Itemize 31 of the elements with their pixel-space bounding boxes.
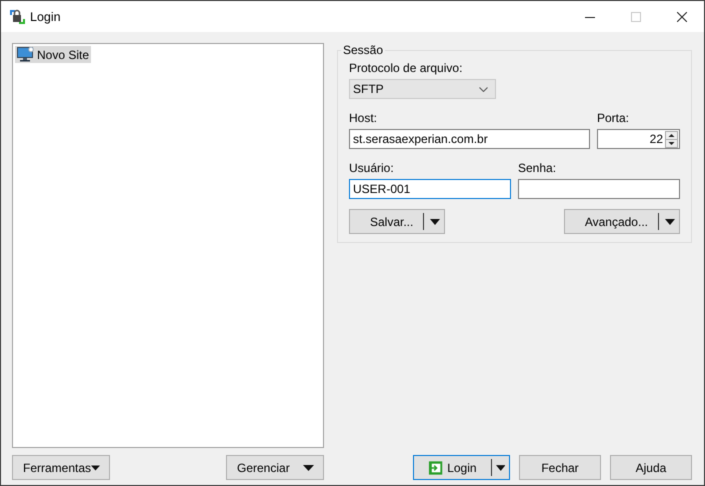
- field-label: Host:: [349, 111, 378, 125]
- field-label: Protocolo de arquivo:: [349, 61, 464, 75]
- close-button[interactable]: Fechar: [519, 455, 601, 480]
- caret-icon: [430, 218, 440, 224]
- close-icon[interactable]: [677, 12, 687, 22]
- caret-icon: [303, 464, 314, 470]
- window-title: Login: [30, 10, 61, 24]
- username-field[interactable]: USER-001: [349, 179, 511, 199]
- login-button[interactable]: Login: [413, 455, 510, 480]
- password-field[interactable]: [518, 179, 680, 199]
- caret-icon: [665, 218, 675, 224]
- port-field[interactable]: 22: [597, 129, 680, 149]
- chevron-icon: [479, 86, 488, 92]
- field-label: Porta:: [597, 111, 630, 125]
- login-icon: [428, 460, 444, 476]
- site-item[interactable]: Novo Site: [15, 46, 92, 63]
- computer-icon: [17, 47, 34, 62]
- app-icon: [9, 8, 25, 24]
- manage-button[interactable]: Gerenciar: [226, 455, 324, 480]
- help-button[interactable]: Ajuda: [610, 455, 692, 480]
- field-label: Usuário:: [349, 161, 395, 175]
- caret-icon: [91, 464, 100, 470]
- protocol-dropdown[interactable]: SFTP: [349, 79, 496, 99]
- field-label: Senha:: [518, 161, 558, 175]
- save-button[interactable]: Salvar...: [349, 209, 446, 234]
- host-field[interactable]: st.serasaexperian.com.br: [349, 129, 590, 149]
- caret-icon: [496, 464, 505, 470]
- spinner-icon[interactable]: [665, 130, 678, 148]
- group-title: Sessão: [342, 43, 384, 57]
- advanced-button[interactable]: Avançado...: [564, 209, 680, 234]
- tools-button[interactable]: Ferramentas: [12, 455, 110, 480]
